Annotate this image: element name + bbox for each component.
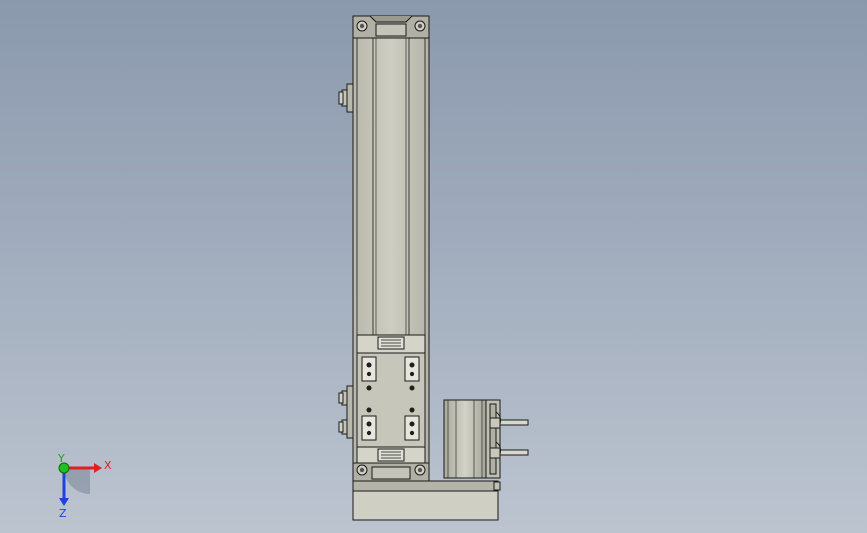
triad-shadow — [64, 468, 90, 494]
motor[interactable] — [443, 399, 529, 479]
carriage-block[interactable] — [356, 334, 426, 464]
left-fittings — [338, 83, 354, 439]
coordinate-triad: X Y Z — [57, 452, 112, 520]
motor-body — [443, 399, 487, 479]
y-axis-label: Y — [57, 452, 65, 465]
slot-bottom-left — [361, 415, 377, 441]
bottom-cap — [352, 462, 430, 482]
z-axis-label: Z — [59, 507, 67, 520]
model-view[interactable]: X Y Z — [0, 0, 867, 533]
top-inner-plate — [375, 23, 407, 37]
slot-top-left — [361, 356, 377, 382]
x-axis-label: X — [104, 459, 112, 472]
slot-top-right — [404, 356, 420, 382]
slot-bottom-right — [404, 415, 420, 441]
top-cap-notch — [369, 15, 413, 23]
base-plate — [352, 480, 501, 521]
graphics-viewport[interactable]: X Y Z — [0, 0, 867, 533]
